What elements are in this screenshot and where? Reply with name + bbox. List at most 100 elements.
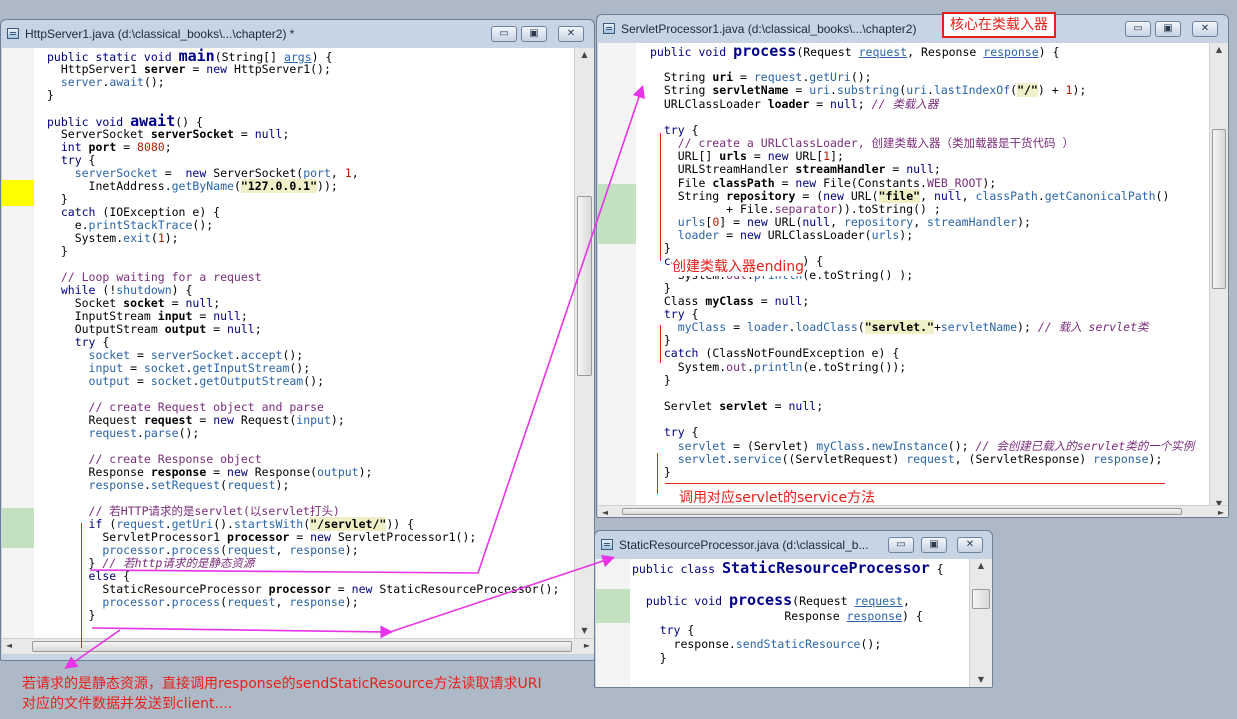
annotation-bracket — [81, 523, 82, 648]
code-token: ] = — [719, 214, 747, 229]
code-token: InputStream — [47, 309, 158, 323]
scrollbar-thumb[interactable] — [1212, 129, 1226, 289]
code-token: response — [47, 478, 144, 492]
scroll-down-icon[interactable]: ▼ — [970, 673, 992, 687]
horizontal-scrollbar[interactable]: ◄ ► — [2, 638, 594, 654]
code-token: ); — [899, 228, 914, 243]
maximize-icon[interactable]: ▣ — [921, 537, 947, 553]
code-token: getUri — [809, 70, 851, 85]
gutter-change-marker — [598, 184, 636, 244]
code-token: out — [726, 359, 747, 374]
code-token: output — [47, 374, 131, 388]
code-token: 1 — [344, 166, 352, 180]
annotation-underline — [665, 483, 1165, 484]
minimize-icon[interactable]: ▭ — [888, 537, 914, 553]
code-token: null — [802, 214, 831, 229]
code-token: ; — [857, 96, 872, 111]
code-token: request — [227, 543, 276, 557]
code-token: Class — [650, 293, 706, 308]
code-token: ; — [213, 296, 221, 310]
code-token: public void — [632, 594, 729, 608]
code-token: ) { — [1038, 45, 1060, 59]
code-token: new — [795, 175, 817, 190]
scrollbar-thumb[interactable] — [32, 641, 572, 652]
scroll-up-icon[interactable]: ▲ — [1210, 43, 1228, 57]
code-token: ( — [102, 517, 117, 531]
code-token: null — [774, 293, 803, 308]
code-line: public class StaticResourceProcessor { — [632, 561, 944, 576]
code-token: catch — [650, 346, 699, 361]
scrollbar-thumb[interactable] — [622, 508, 1182, 515]
code-token: request — [227, 478, 276, 492]
code-token: OutputStream — [47, 322, 165, 336]
scrollbar-thumb[interactable] — [577, 196, 592, 376]
code-token: } — [47, 88, 54, 102]
code-token: () — [1155, 188, 1170, 203]
code-token: ( — [857, 320, 865, 335]
maximize-icon[interactable]: ▣ — [1155, 21, 1181, 37]
code-token: ; — [164, 140, 172, 154]
httpserver1-code-area[interactable]: public static void main(String[] args) {… — [2, 48, 574, 638]
close-icon[interactable]: ✕ — [957, 537, 983, 553]
vertical-scrollbar[interactable]: ▲ ▼ — [1209, 43, 1228, 511]
code-token: urls — [719, 149, 747, 164]
servletprocessor1-code-area[interactable]: public void process(Request request, Res… — [598, 43, 1209, 511]
code-token: + — [933, 320, 941, 335]
close-icon[interactable]: ✕ — [558, 26, 584, 42]
httpserver1-title-bar[interactable]: HttpServer1.java (d:\classical_books\...… — [1, 20, 594, 48]
close-icon[interactable]: ✕ — [1192, 21, 1218, 37]
code-token: URL( — [843, 188, 879, 203]
code-token: sendStaticResource — [735, 637, 861, 651]
scroll-up-icon[interactable]: ▲ — [575, 48, 594, 62]
code-token: servletName — [712, 83, 789, 98]
code-token: Response( — [247, 465, 318, 479]
code-token: ; — [282, 127, 290, 141]
code-token: shutdown — [116, 283, 172, 297]
scroll-down-icon[interactable]: ▼ — [575, 624, 594, 638]
code-token: Socket — [47, 296, 124, 310]
code-token: loadClass — [795, 320, 858, 335]
code-token: response — [983, 45, 1039, 59]
scroll-up-icon[interactable]: ▲ — [970, 559, 992, 573]
code-token: ) { — [902, 609, 923, 623]
code-line: myClass = loader.loadClass("servlet."+se… — [650, 320, 1149, 335]
staticresourceprocessor-code-area[interactable]: public class StaticResourceProcessor { p… — [596, 559, 969, 687]
code-token: (Request — [796, 45, 859, 59]
annotation-bottom-line2: 对应的文件数据并发送到client.... — [22, 696, 233, 712]
scroll-right-icon[interactable]: ► — [1214, 506, 1228, 517]
servletprocessor1-title-bar[interactable]: ServletProcessor1.java (d:\classical_boo… — [597, 15, 1228, 43]
staticresourceprocessor-editor-window: StaticResourceProcessor.java (d:\classic… — [594, 530, 993, 688]
code-token: ); — [164, 231, 179, 245]
code-line: try { — [650, 426, 699, 439]
minimize-icon[interactable]: ▭ — [1125, 21, 1151, 37]
scrollbar-thumb[interactable] — [972, 589, 990, 609]
vertical-scrollbar[interactable]: ▲ ▼ — [574, 48, 594, 638]
code-line: InetAddress.getByName("127.0.0.1")); — [47, 179, 338, 193]
code-token: // 载入 servlet类 — [1037, 320, 1149, 335]
gutter-change-marker — [2, 180, 34, 206]
code-line: Class myClass = null; — [650, 293, 809, 308]
vertical-scrollbar[interactable]: ▲ ▼ — [969, 559, 992, 687]
minimize-icon[interactable]: ▭ — [491, 26, 517, 42]
staticresourceprocessor-title-bar[interactable]: StaticResourceProcessor.java (d:\classic… — [595, 531, 992, 559]
code-line: catch (ClassNotFoundException e) { — [650, 347, 899, 360]
code-token: process — [171, 543, 221, 557]
code-token: (); — [282, 348, 304, 362]
code-token: request — [143, 413, 193, 427]
scroll-left-icon[interactable]: ◄ — [598, 506, 612, 517]
code-token: InetAddress. — [47, 179, 172, 193]
code-token: URLClassLoader( — [760, 228, 872, 243]
code-token: . — [1037, 188, 1045, 203]
code-token: request — [753, 70, 803, 85]
code-token: } — [650, 280, 671, 295]
scroll-right-icon[interactable]: ► — [580, 639, 594, 654]
code-token: try — [650, 307, 685, 321]
editor-gutter — [596, 559, 630, 687]
code-token: new — [351, 582, 373, 596]
code-line: response.sendStaticResource(); — [632, 637, 882, 651]
code-line: // create a URLClassLoader, 创建类载入器（类加载器是… — [650, 137, 1074, 150]
code-token: request — [906, 451, 955, 466]
scroll-left-icon[interactable]: ◄ — [2, 639, 16, 654]
code-token: server — [47, 75, 103, 89]
maximize-icon[interactable]: ▣ — [521, 26, 547, 42]
